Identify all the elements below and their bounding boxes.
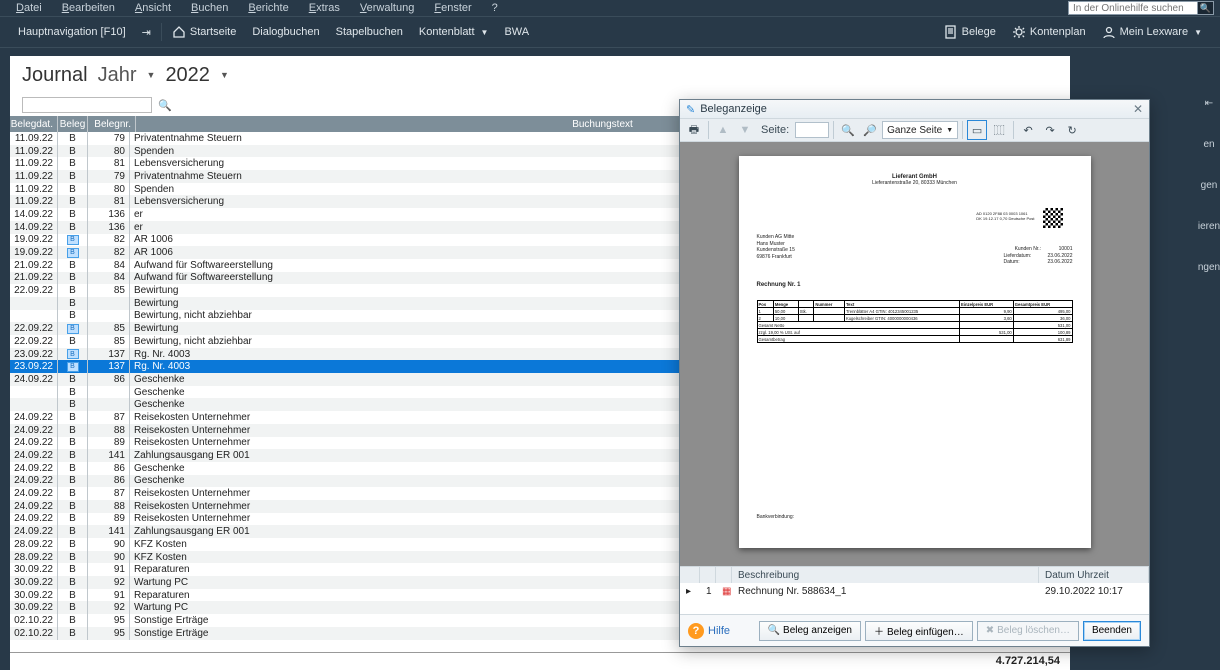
document-icon [944,25,958,39]
kontenplan-button[interactable]: Kontenplan [1004,25,1094,39]
dialog-toolbar: 🖶 ▲ ▼ Seite: 🔍 🔎 Ganze Seite▼ ▭ ⿲ ↶ ↷ ↻ [680,118,1149,142]
year-value[interactable]: 2022 [165,64,210,87]
menu-bearbeiten[interactable]: Bearbeiten [52,2,125,14]
collapsed-side-panel[interactable]: ⇤ en gen ieren ngen [1198,48,1220,670]
invoice-table: PosMengeNummerTextEinzelpreis EURGesamtp… [757,300,1073,343]
attachment-row[interactable]: ▸ 1 ▦ Rechnung Nr. 588634_1 29.10.2022 1… [680,583,1149,599]
dialog-titlebar[interactable]: ✎ Beleganzeige ✕ [680,100,1149,118]
page-up-icon[interactable]: ▲ [713,120,733,140]
attachment-list: Beschreibung Datum Uhrzeit ▸ 1 ▦ Rechnun… [680,566,1149,614]
main-area: ⚠ Journal Jahr▼ 2022▼ 🔍 Belegdat. Beleg … [0,48,1220,670]
attachment-icon: B [67,349,79,359]
zoom-in-icon[interactable]: 🔎 [860,120,880,140]
print-icon[interactable]: 🖶 [684,120,704,140]
grid-footer: 4.727.214,54 [10,652,1070,668]
zoom-select[interactable]: Ganze Seite▼ [882,121,958,139]
page-input[interactable] [795,122,829,138]
menubar: Datei Bearbeiten Ansicht Buchen Berichte… [0,0,1220,16]
rotate-left-icon[interactable]: ↶ [1018,120,1038,140]
pin-right-icon[interactable]: ⇤ [1205,98,1213,109]
menu-extras[interactable]: Extras [299,2,350,14]
toolbar: Hauptnavigation [F10] ⇥ Startseite Dialo… [0,16,1220,48]
dialog-footer: ? Hilfe 🔍Beleg anzeigen ＋Beleg einfügen…… [680,614,1149,646]
close-button[interactable]: Beenden [1083,621,1141,641]
home-icon [172,25,186,39]
attachment-icon: B [67,235,79,245]
insert-beleg-button[interactable]: ＋Beleg einfügen… [865,621,973,641]
year-label: Jahr [98,64,137,87]
col-beleg[interactable]: Beleg [58,116,88,132]
attachment-icon: B [67,324,79,334]
kontenblatt-button[interactable]: Kontenblatt▼ [411,17,497,47]
menu-buchen[interactable]: Buchen [181,2,238,14]
qr-icon [1043,208,1063,228]
attachment-icon: B [67,362,79,372]
menu-ansicht[interactable]: Ansicht [125,2,181,14]
grand-total: 4.727.214,54 [930,653,1070,668]
document-viewer[interactable]: Lieferant GmbH Lieferantenstraße 20, 803… [680,142,1149,566]
help-link[interactable]: ? Hilfe [688,623,730,639]
edit-icon: ✎ [686,103,695,116]
page-label: Seite: [757,124,793,136]
belege-button[interactable]: Belege [936,25,1004,39]
dialogbuchen-button[interactable]: Dialogbuchen [244,17,327,47]
help-search-button[interactable]: 🔍 [1198,1,1214,15]
search-icon[interactable]: 🔍 [158,99,172,112]
filter-input[interactable] [22,97,152,113]
view-single-icon[interactable]: ▭ [967,120,987,140]
show-beleg-button[interactable]: 🔍Beleg anzeigen [759,621,861,641]
col-date[interactable]: Belegdat. [10,116,58,132]
doc-meta: Kunden Nr.:10001 Lieferdatum:23.06.2022 … [1003,246,1072,266]
document-page: Lieferant GmbH Lieferantenstraße 20, 803… [739,156,1091,548]
attachment-icon: B [67,248,79,258]
panel-header: Journal Jahr▼ 2022▼ [10,56,1070,94]
gear-icon [1012,25,1026,39]
menu-datei[interactable]: Datei [6,2,52,14]
stapelbuchen-button[interactable]: Stapelbuchen [328,17,411,47]
dialog-title: Beleganzeige [700,103,767,115]
page-title: Journal [22,64,88,87]
view-double-icon[interactable]: ⿲ [989,120,1009,140]
menu-fenster[interactable]: Fenster [424,2,481,14]
invoice-number: Rechnung Nr. 1 [757,282,801,288]
rotate-right-icon[interactable]: ↷ [1040,120,1060,140]
menu-verwaltung[interactable]: Verwaltung [350,2,424,14]
menu-berichte[interactable]: Berichte [238,2,298,14]
recipient-address: Kunden AG MitteHans Muster Kundenstraße … [757,234,795,260]
beleg-dialog: ✎ Beleganzeige ✕ 🖶 ▲ ▼ Seite: 🔍 🔎 Ganze … [679,99,1150,647]
postage-stamp: AD 0120 2F88 03 0003 1061DK 19.12.17 0,7… [976,212,1034,222]
main-nav-toggle[interactable]: Hauptnavigation [F10] [10,17,134,47]
page-down-icon[interactable]: ▼ [735,120,755,140]
home-button[interactable]: Startseite [164,17,244,47]
bwa-button[interactable]: BWA [496,17,537,47]
mein-lexware-button[interactable]: Mein Lexware▼ [1094,25,1210,39]
pdf-icon: ▦ [716,586,732,597]
row-pointer-icon: ▸ [680,586,700,597]
help-icon: ? [688,623,704,639]
redo-icon[interactable]: ↻ [1062,120,1082,140]
menu-help[interactable]: ? [482,2,508,14]
user-icon [1102,25,1116,39]
col-belegnr[interactable]: Belegnr. [88,116,136,132]
zoom-out-icon[interactable]: 🔍 [838,120,858,140]
help-search-input[interactable] [1068,1,1198,15]
help-search: 🔍 [1068,1,1214,15]
pin-icon[interactable]: ⇥ [134,17,159,47]
close-icon[interactable]: ✕ [1133,102,1143,116]
delete-beleg-button: ✖Beleg löschen… [977,621,1079,641]
